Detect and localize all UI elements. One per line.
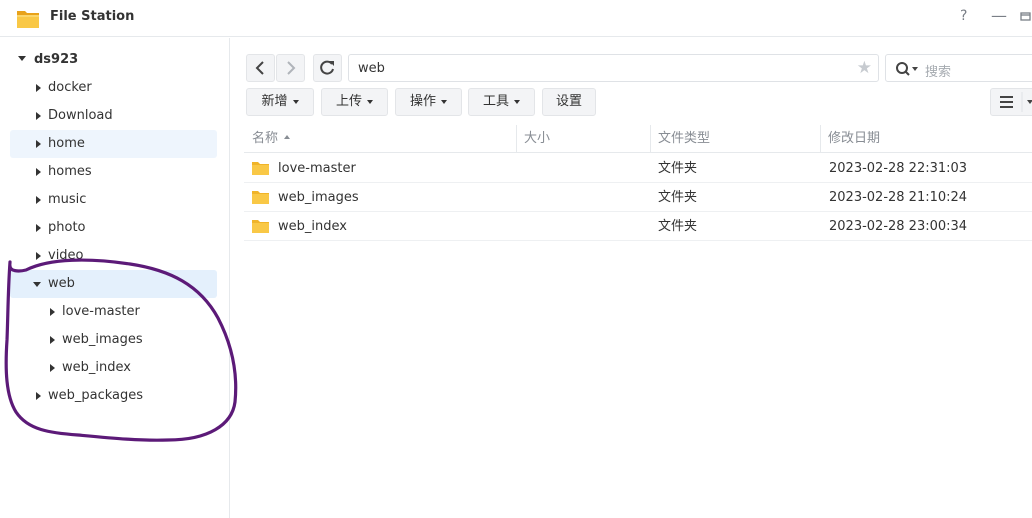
caret-down-icon bbox=[292, 99, 299, 104]
caret-down-icon bbox=[367, 99, 373, 104]
file-modified: 2023-02-28 21:10:24 bbox=[829, 190, 968, 205]
tree-item-homes[interactable]: homes bbox=[10, 158, 217, 186]
tree-item-love-master[interactable]: love-master bbox=[10, 298, 217, 326]
tools-label: 工具 bbox=[482, 94, 509, 109]
tree-item-label: home bbox=[48, 136, 85, 151]
tree-item-web-index[interactable]: web_index bbox=[10, 354, 217, 382]
search-box[interactable]: 搜索 bbox=[885, 54, 1032, 82]
folder-icon bbox=[252, 191, 269, 204]
file-name: love-master bbox=[278, 161, 356, 176]
minimize-button[interactable]: — bbox=[991, 6, 1007, 25]
tree-item-label: web_images bbox=[62, 332, 143, 347]
help-button[interactable]: ? bbox=[960, 8, 967, 24]
caret-down-icon[interactable] bbox=[18, 56, 26, 61]
caret-down-icon[interactable] bbox=[33, 282, 41, 287]
action-button[interactable]: 操作 bbox=[395, 88, 462, 116]
caret-right-icon[interactable] bbox=[50, 364, 55, 372]
refresh-icon bbox=[320, 60, 334, 75]
tree-item-label: web bbox=[48, 276, 75, 291]
folder-icon bbox=[252, 162, 269, 175]
caret-right-icon[interactable] bbox=[50, 308, 55, 316]
column-modified-label: 修改日期 bbox=[828, 131, 881, 146]
caret-right-icon[interactable] bbox=[36, 392, 41, 400]
settings-button[interactable]: 设置 bbox=[542, 88, 596, 116]
column-type[interactable]: 文件类型 bbox=[650, 125, 820, 153]
star-icon[interactable]: ★ bbox=[857, 58, 872, 78]
tools-button[interactable]: 工具 bbox=[468, 88, 535, 116]
forward-button[interactable] bbox=[276, 54, 305, 82]
file-list-header: 名称 大小 文件类型 修改日期 bbox=[244, 125, 1032, 153]
file-modified: 2023-02-28 22:31:03 bbox=[829, 161, 968, 176]
caret-right-icon[interactable] bbox=[36, 168, 41, 176]
caret-right-icon[interactable] bbox=[36, 112, 41, 120]
tree-item-label: web_index bbox=[62, 360, 131, 375]
column-modified[interactable]: 修改日期 bbox=[820, 125, 1032, 153]
tree-item-photo[interactable]: photo bbox=[10, 214, 217, 242]
file-modified: 2023-02-28 23:00:34 bbox=[829, 219, 968, 234]
caret-down-icon bbox=[441, 99, 447, 104]
caret-right-icon[interactable] bbox=[36, 224, 41, 232]
table-row[interactable]: web_index 文件夹 2023-02-28 23:00:34 bbox=[244, 212, 1032, 241]
tree-item-web-images[interactable]: web_images bbox=[10, 326, 217, 354]
title-bar: File Station ? — bbox=[0, 0, 1032, 37]
tree-item-web-packages[interactable]: web_packages bbox=[10, 382, 217, 410]
tree-item-docker[interactable]: docker bbox=[10, 74, 217, 102]
maximize-icon[interactable] bbox=[1020, 10, 1032, 21]
file-type: 文件夹 bbox=[658, 190, 698, 205]
caret-right-icon[interactable] bbox=[36, 84, 41, 92]
search-icon[interactable] bbox=[895, 61, 921, 77]
chevron-left-icon bbox=[255, 61, 264, 75]
create-label: 新增 bbox=[261, 94, 288, 109]
tree-item-music[interactable]: music bbox=[10, 186, 217, 214]
tree-item-label: docker bbox=[48, 80, 92, 95]
column-name-label: 名称 bbox=[252, 131, 279, 146]
path-bar[interactable]: web ★ bbox=[348, 54, 879, 82]
column-name[interactable]: 名称 bbox=[244, 125, 516, 153]
caret-right-icon[interactable] bbox=[36, 140, 41, 148]
column-type-label: 文件类型 bbox=[658, 131, 711, 146]
upload-button[interactable]: 上传 bbox=[321, 88, 388, 116]
tree-item-label: photo bbox=[48, 220, 86, 235]
tree-item-label: web_packages bbox=[48, 388, 144, 403]
refresh-button[interactable] bbox=[313, 54, 342, 82]
tree-item-label: love-master bbox=[62, 304, 140, 319]
tree-item-label: Download bbox=[48, 108, 113, 123]
create-button[interactable]: 新增 bbox=[246, 88, 314, 116]
tree-item-label: music bbox=[48, 192, 87, 207]
chevron-right-icon bbox=[287, 61, 296, 75]
file-name: web_index bbox=[278, 219, 347, 234]
folder-icon bbox=[252, 220, 269, 233]
tree-item-download[interactable]: Download bbox=[10, 102, 217, 130]
caret-right-icon[interactable] bbox=[50, 336, 55, 344]
table-row[interactable]: web_images 文件夹 2023-02-28 21:10:24 bbox=[244, 183, 1032, 212]
folder-tree: ds923 docker Download home homes music p… bbox=[0, 38, 230, 518]
search-placeholder: 搜索 bbox=[925, 65, 952, 80]
action-label: 操作 bbox=[409, 94, 436, 109]
tree-item-web[interactable]: web bbox=[10, 270, 217, 298]
caret-right-icon[interactable] bbox=[36, 196, 41, 204]
column-size-label: 大小 bbox=[524, 131, 551, 146]
sort-ascending-icon bbox=[284, 134, 291, 139]
tree-item-label: video bbox=[48, 248, 84, 263]
tree-root-label: ds923 bbox=[34, 52, 79, 67]
file-name: web_images bbox=[278, 190, 359, 205]
tree-item-label: homes bbox=[48, 164, 92, 179]
tree-root-ds923[interactable]: ds923 bbox=[18, 52, 78, 67]
path-text: web bbox=[358, 61, 385, 76]
file-type: 文件夹 bbox=[658, 219, 698, 234]
upload-label: 上传 bbox=[335, 94, 362, 109]
list-view-icon bbox=[1000, 92, 1032, 112]
caret-down-icon bbox=[514, 99, 520, 104]
column-size[interactable]: 大小 bbox=[516, 125, 650, 153]
table-row[interactable]: love-master 文件夹 2023-02-28 22:31:03 bbox=[244, 154, 1032, 183]
caret-right-icon[interactable] bbox=[36, 252, 41, 260]
file-station-icon bbox=[17, 11, 39, 28]
app-title: File Station bbox=[50, 9, 135, 24]
back-button[interactable] bbox=[246, 54, 275, 82]
settings-label: 设置 bbox=[555, 94, 582, 109]
view-mode-button[interactable] bbox=[990, 88, 1032, 116]
tree-item-home[interactable]: home bbox=[10, 130, 217, 158]
file-type: 文件夹 bbox=[658, 161, 698, 176]
tree-item-video[interactable]: video bbox=[10, 242, 217, 270]
